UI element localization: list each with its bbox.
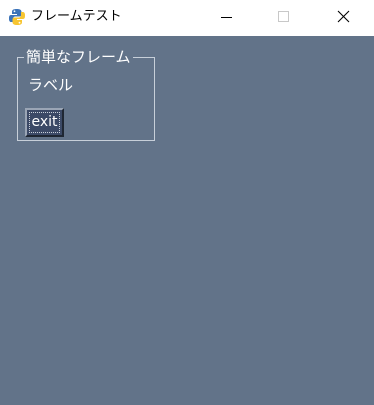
client-area: 簡単なフレーム ラベル exit: [0, 36, 374, 405]
frame-title: 簡単なフレーム: [24, 47, 133, 67]
exit-button-label: exit: [29, 112, 60, 133]
maximize-button[interactable]: [256, 0, 314, 36]
application-window: フレームテスト 簡単なフレーム ラベル exit: [0, 0, 374, 405]
title-bar[interactable]: フレームテスト: [0, 0, 374, 36]
python-feather-icon: [8, 8, 26, 26]
exit-button[interactable]: exit: [25, 108, 64, 137]
window-title: フレームテスト: [31, 9, 122, 24]
close-button[interactable]: [315, 0, 373, 36]
simple-labelframe: 簡単なフレーム ラベル exit: [17, 47, 155, 141]
frame-label: ラベル: [28, 76, 74, 94]
minimize-button[interactable]: [198, 0, 256, 36]
